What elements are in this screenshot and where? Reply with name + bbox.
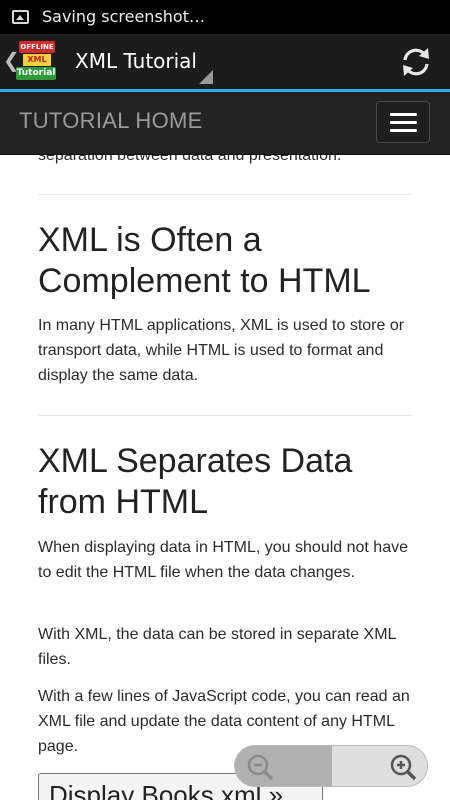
zoom-in-icon [390, 754, 417, 781]
zoom-out-icon [247, 754, 274, 781]
logo-line-xml: XML [23, 54, 51, 66]
menu-bar-bottom [390, 129, 417, 132]
logo-line-tutorial: Tutorial [16, 67, 56, 80]
section-heading: XML is Often a Complement to HTML [38, 221, 371, 300]
section-heading: XML Separates Data from HTML [38, 442, 353, 521]
action-bar: ❮ [0, 34, 450, 89]
status-text: Saving screenshot… [42, 7, 205, 26]
app-logo[interactable]: OFFLINE XML Tutorial [14, 41, 58, 81]
divider [38, 415, 412, 416]
zoom-in-button[interactable] [332, 746, 427, 786]
paragraph: With XML, the data can be stored in sepa… [38, 626, 396, 668]
cut-off-paragraph: separation between data and presentation… [38, 155, 342, 164]
paragraph: In many HTML applications, XML is used t… [38, 317, 405, 384]
divider [38, 194, 412, 195]
zoom-out-button[interactable] [235, 746, 332, 786]
page-content: separation between data and presentation… [0, 155, 450, 800]
spinner-indicator-icon[interactable] [199, 70, 213, 84]
menu-bar-middle [390, 121, 417, 124]
paragraph: When displaying data in HTML, you should… [38, 539, 408, 581]
refresh-icon[interactable] [398, 44, 434, 80]
status-bar: Saving screenshot… [0, 0, 450, 34]
nav-brand[interactable]: TUTORIAL HOME [19, 108, 203, 134]
logo-line-offline: OFFLINE [19, 41, 55, 53]
menu-bar-top [390, 113, 417, 116]
hamburger-menu-icon[interactable] [376, 101, 430, 143]
app-title[interactable]: XML Tutorial [75, 49, 197, 73]
zoom-controls [234, 745, 428, 787]
image-icon [12, 10, 29, 24]
